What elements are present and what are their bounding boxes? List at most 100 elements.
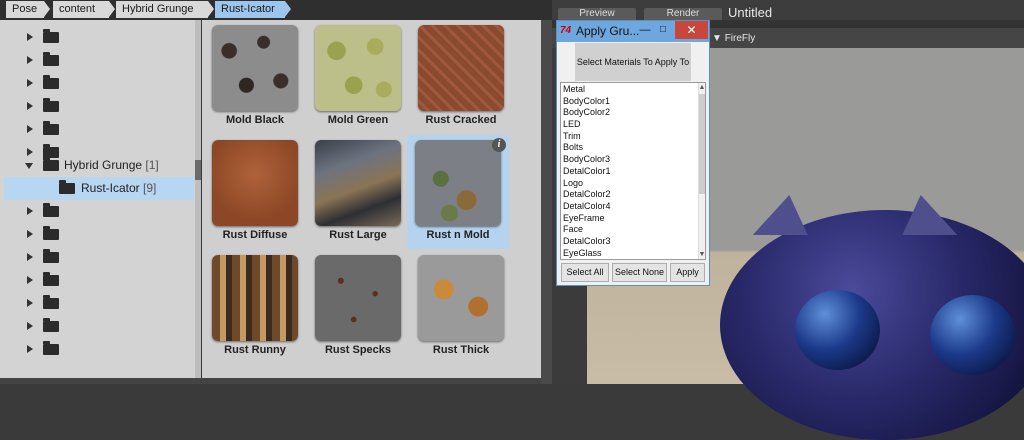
tree-item[interactable] — [0, 223, 196, 246]
breadcrumb-rust-icator[interactable]: Rust-Icator — [215, 1, 291, 18]
list-item[interactable]: BodyColor3 — [563, 154, 610, 164]
tree-item[interactable] — [0, 338, 196, 361]
tree-item[interactable] — [0, 72, 196, 95]
thumbnail-label: Rust Specks — [324, 344, 392, 356]
folder-icon — [43, 157, 59, 171]
select-none-button[interactable]: Select None — [612, 263, 667, 282]
thumbnail-rust-n-mold[interactable]: i Rust n Mold — [407, 135, 509, 249]
breadcrumb-hybrid-grunge[interactable]: Hybrid Grunge — [116, 1, 214, 18]
renderer-label: FireFly — [724, 33, 756, 44]
maximize-icon[interactable]: □ — [655, 21, 671, 39]
tree-item[interactable] — [0, 315, 196, 338]
folder-icon — [43, 295, 59, 309]
select-materials-header: Select Materials To Apply To — [575, 43, 691, 81]
tree-item[interactable] — [0, 292, 196, 315]
thumbnail-label: Mold Green — [327, 114, 389, 126]
tree-item[interactable] — [0, 26, 196, 49]
collapse-arrow-icon[interactable] — [25, 163, 33, 169]
tree-item[interactable] — [0, 118, 196, 141]
list-item[interactable]: Trim — [563, 131, 581, 141]
expand-arrow-icon[interactable] — [27, 345, 33, 353]
thumbnail-rust-cracked[interactable]: Rust Cracked — [411, 20, 511, 134]
thumbnail-mold-black[interactable]: Mold Black — [205, 20, 305, 134]
thumbnail-rust-diffuse[interactable]: Rust Diffuse — [205, 135, 305, 249]
expand-arrow-icon[interactable] — [27, 299, 33, 307]
right-header: Preview Render — [552, 0, 1024, 20]
thumbnail-mold-green[interactable]: Mold Green — [308, 20, 408, 134]
expand-arrow-icon[interactable] — [27, 276, 33, 284]
tree-item[interactable] — [0, 269, 196, 292]
scroll-up-icon[interactable]: ▲ — [698, 83, 705, 92]
list-item[interactable]: Metal — [563, 84, 585, 94]
tree-item[interactable] — [0, 49, 196, 72]
tree-item[interactable] — [0, 246, 196, 269]
breadcrumb-content[interactable]: content — [53, 1, 115, 18]
dialog-titlebar[interactable]: 74 Apply Gru... — □ ✕ — [557, 21, 709, 42]
tab-render[interactable]: Render — [644, 8, 722, 20]
expand-arrow-icon[interactable] — [27, 33, 33, 41]
list-item[interactable]: BodyColor1 — [563, 96, 610, 106]
expand-arrow-icon[interactable] — [27, 125, 33, 133]
thumbnail-rust-specks[interactable]: Rust Specks — [308, 250, 408, 364]
chevron-down-icon: ▼ — [712, 33, 725, 44]
list-item[interactable]: Bolts — [563, 142, 583, 152]
material-thumbnail-grid: Mold Black Mold Green Rust Cracked Rust … — [202, 20, 542, 378]
expand-arrow-icon[interactable] — [27, 322, 33, 330]
tree-item-hybrid-grunge[interactable]: Hybrid Grunge [1] — [0, 154, 196, 177]
expand-arrow-icon[interactable] — [27, 230, 33, 238]
bottom-resize-strip[interactable] — [0, 378, 552, 384]
close-icon[interactable]: ✕ — [675, 21, 708, 39]
folder-icon — [59, 180, 75, 194]
expand-arrow-icon[interactable] — [27, 207, 33, 215]
expand-arrow-icon[interactable] — [27, 79, 33, 87]
list-item[interactable]: DetalColor4 — [563, 201, 611, 211]
document-title: Untitled — [728, 5, 773, 20]
rust-n-mold-preview — [415, 140, 501, 226]
select-all-button[interactable]: Select All — [561, 263, 609, 282]
tree-scrollbar[interactable] — [195, 20, 201, 378]
scroll-down-icon[interactable]: ▼ — [698, 250, 705, 259]
expand-arrow-icon[interactable] — [27, 102, 33, 110]
panel-divider[interactable] — [541, 20, 552, 384]
folder-icon — [43, 75, 59, 89]
folder-icon — [43, 29, 59, 43]
thumbnail-rust-runny[interactable]: Rust Runny — [205, 250, 305, 364]
list-item[interactable]: EyeGlass — [563, 248, 602, 258]
list-item[interactable]: BodyColor2 — [563, 107, 610, 117]
expand-arrow-icon[interactable] — [27, 253, 33, 261]
renderer-selector[interactable]: ▼ FireFly — [712, 33, 755, 44]
list-item[interactable]: LED — [563, 119, 581, 129]
folder-icon — [43, 226, 59, 240]
folder-icon — [43, 52, 59, 66]
list-item[interactable]: EyeFrame — [563, 213, 605, 223]
folder-icon — [43, 98, 59, 112]
tree-item[interactable] — [0, 200, 196, 223]
tree-item-rust-icator[interactable]: Rust-Icator [9] — [4, 177, 194, 200]
list-item[interactable]: Logo — [563, 178, 583, 188]
tree-scrollbar-thumb[interactable] — [195, 160, 201, 180]
rust-large-preview — [315, 140, 401, 226]
materials-list[interactable]: Metal BodyColor1 BodyColor2 LED Trim Bol… — [560, 82, 706, 260]
info-icon[interactable]: i — [492, 138, 506, 152]
list-item[interactable]: Face — [563, 224, 583, 234]
expand-arrow-icon[interactable] — [27, 56, 33, 64]
thumbnail-rust-large[interactable]: Rust Large — [308, 135, 408, 249]
minimize-icon[interactable]: — — [637, 21, 653, 39]
list-item[interactable]: DetalColor2 — [563, 189, 611, 199]
figure-eye — [930, 295, 1015, 375]
breadcrumb-pose[interactable]: Pose — [6, 1, 50, 18]
tree-label-hybrid-grunge: Hybrid Grunge — [64, 158, 143, 172]
app-icon: 74 — [560, 25, 572, 36]
list-item[interactable]: DetalColor1 — [563, 166, 611, 176]
tree-label-rust-icator: Rust-Icator — [81, 181, 140, 195]
tab-preview[interactable]: Preview — [558, 8, 636, 20]
thumbnail-rust-thick[interactable]: Rust Thick — [411, 250, 511, 364]
figure-eye — [795, 290, 880, 370]
folder-icon — [43, 249, 59, 263]
materials-scrollbar-thumb[interactable] — [699, 94, 705, 194]
tree-item[interactable] — [0, 95, 196, 118]
folder-icon — [43, 318, 59, 332]
apply-button[interactable]: Apply — [670, 263, 705, 282]
item-count: [1] — [145, 158, 159, 172]
list-item[interactable]: DetalColor3 — [563, 236, 611, 246]
